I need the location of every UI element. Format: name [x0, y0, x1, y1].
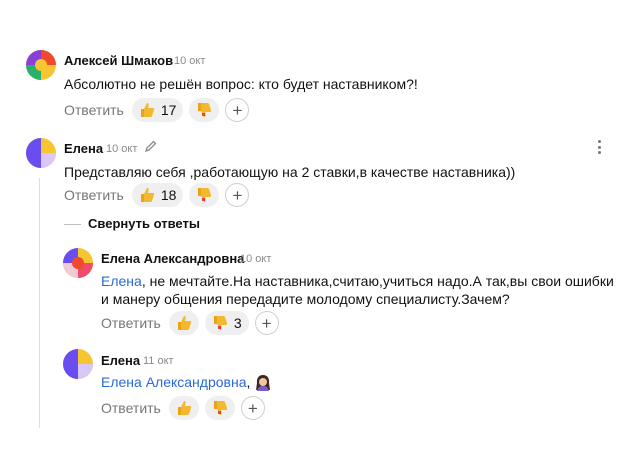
comment-text: Елена Александровна,	[101, 371, 272, 393]
add-reaction-button[interactable]: +	[225, 98, 250, 122]
comment-text: Абсолютно не решён вопрос: кто будет нас…	[64, 76, 418, 92]
thumbs-down-icon	[198, 103, 212, 117]
add-reaction-button[interactable]: +	[254, 311, 279, 335]
thumbs-down-icon	[198, 188, 212, 202]
comment-text-line2: и манеру общения передадите молодому спе…	[101, 291, 510, 307]
add-reaction-button[interactable]: +	[240, 396, 265, 420]
like-button[interactable]: 18	[131, 183, 184, 207]
woman-emoji-icon	[256, 375, 271, 392]
comment-actions: Ответить 3 +	[101, 311, 279, 335]
comment-text-after: ,	[246, 374, 251, 390]
thread-line	[39, 178, 40, 428]
reply-button[interactable]: Ответить	[64, 102, 124, 118]
thumbs-up-icon	[140, 188, 155, 202]
like-button[interactable]: 17	[131, 98, 184, 122]
comment-actions: Ответить 18 +	[64, 183, 250, 207]
dislike-count: 3	[233, 315, 242, 331]
add-reaction-button[interactable]: +	[225, 183, 250, 207]
avatar[interactable]	[26, 138, 56, 168]
comment-text: Представляю себя ,работающую на 2 ставки…	[64, 164, 516, 180]
comment-date: 11 окт	[143, 355, 174, 367]
thumbs-up-icon	[177, 401, 192, 415]
avatar[interactable]	[63, 248, 93, 278]
reply-button[interactable]: Ответить	[101, 315, 161, 331]
comment-date: 10 окт	[106, 143, 138, 155]
dislike-button[interactable]: 3	[204, 311, 249, 335]
mention-link[interactable]: Елена	[101, 273, 142, 289]
reply-button[interactable]: Ответить	[101, 400, 161, 416]
comment-actions: Ответить 17 +	[64, 98, 250, 122]
dislike-button[interactable]	[189, 183, 220, 207]
comment-date: 10 окт	[240, 253, 272, 265]
mention-link[interactable]: Елена Александровна	[101, 374, 247, 390]
avatar[interactable]	[63, 349, 93, 379]
avatar[interactable]	[26, 50, 56, 80]
thumbs-down-icon	[213, 316, 228, 330]
comment-actions: Ответить +	[101, 396, 265, 420]
author-name[interactable]: Елена	[64, 141, 103, 156]
dislike-button[interactable]	[204, 396, 235, 420]
author-name[interactable]: Елена	[101, 353, 140, 368]
reply-button[interactable]: Ответить	[64, 187, 124, 203]
comment-date: 10 окт	[174, 55, 206, 67]
like-button[interactable]	[168, 396, 199, 420]
thumbs-up-icon	[140, 103, 155, 117]
collapse-replies-button[interactable]: Свернуть ответы	[88, 216, 200, 231]
comment-text-line1: , не мечтайте.На наставника,считаю,учить…	[141, 273, 614, 289]
like-count: 18	[160, 187, 177, 203]
author-name[interactable]: Елена Александровна	[101, 251, 244, 266]
author-name[interactable]: Алексей Шмаков	[64, 53, 173, 68]
like-button[interactable]	[168, 311, 199, 335]
thumbs-down-icon	[213, 401, 228, 415]
collapse-dash	[64, 224, 81, 225]
like-count: 17	[160, 102, 177, 118]
thumbs-up-icon	[177, 316, 192, 330]
dislike-button[interactable]	[189, 98, 220, 122]
kebab-menu-icon[interactable]	[596, 140, 602, 154]
pencil-icon	[145, 140, 157, 152]
